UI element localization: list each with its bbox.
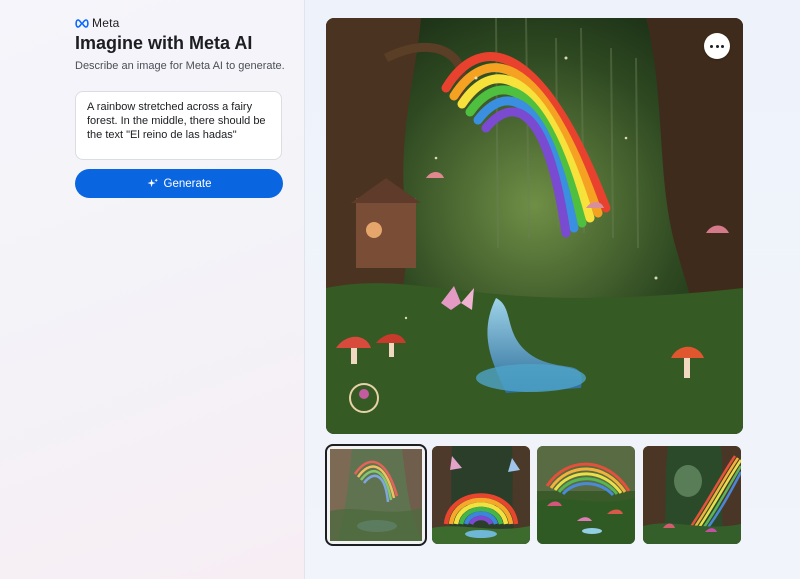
thumbnail-2[interactable] — [432, 446, 530, 544]
prompt-textarea[interactable]: A rainbow stretched across a fairy fores… — [75, 91, 282, 160]
meta-infinity-icon — [75, 18, 89, 28]
page-title: Imagine with Meta AI — [75, 33, 253, 53]
thumbnail-3[interactable] — [537, 446, 635, 544]
prompt-panel: Meta Imagine with Meta AI Describe an im… — [0, 0, 305, 579]
generated-image[interactable] — [326, 18, 743, 434]
generate-button[interactable]: Generate — [75, 169, 283, 198]
more-horizontal-icon — [710, 44, 714, 48]
meta-logo-text: Meta — [92, 16, 120, 30]
page-subtitle: Describe an image for Meta AI to generat… — [75, 60, 285, 72]
sparkle-icon — [146, 178, 158, 188]
thumbnail-4[interactable] — [643, 446, 741, 544]
thumbnail-1[interactable] — [325, 444, 427, 546]
more-options-button[interactable] — [704, 33, 730, 59]
generate-button-label: Generate — [163, 177, 212, 190]
meta-logo: Meta — [75, 16, 119, 30]
